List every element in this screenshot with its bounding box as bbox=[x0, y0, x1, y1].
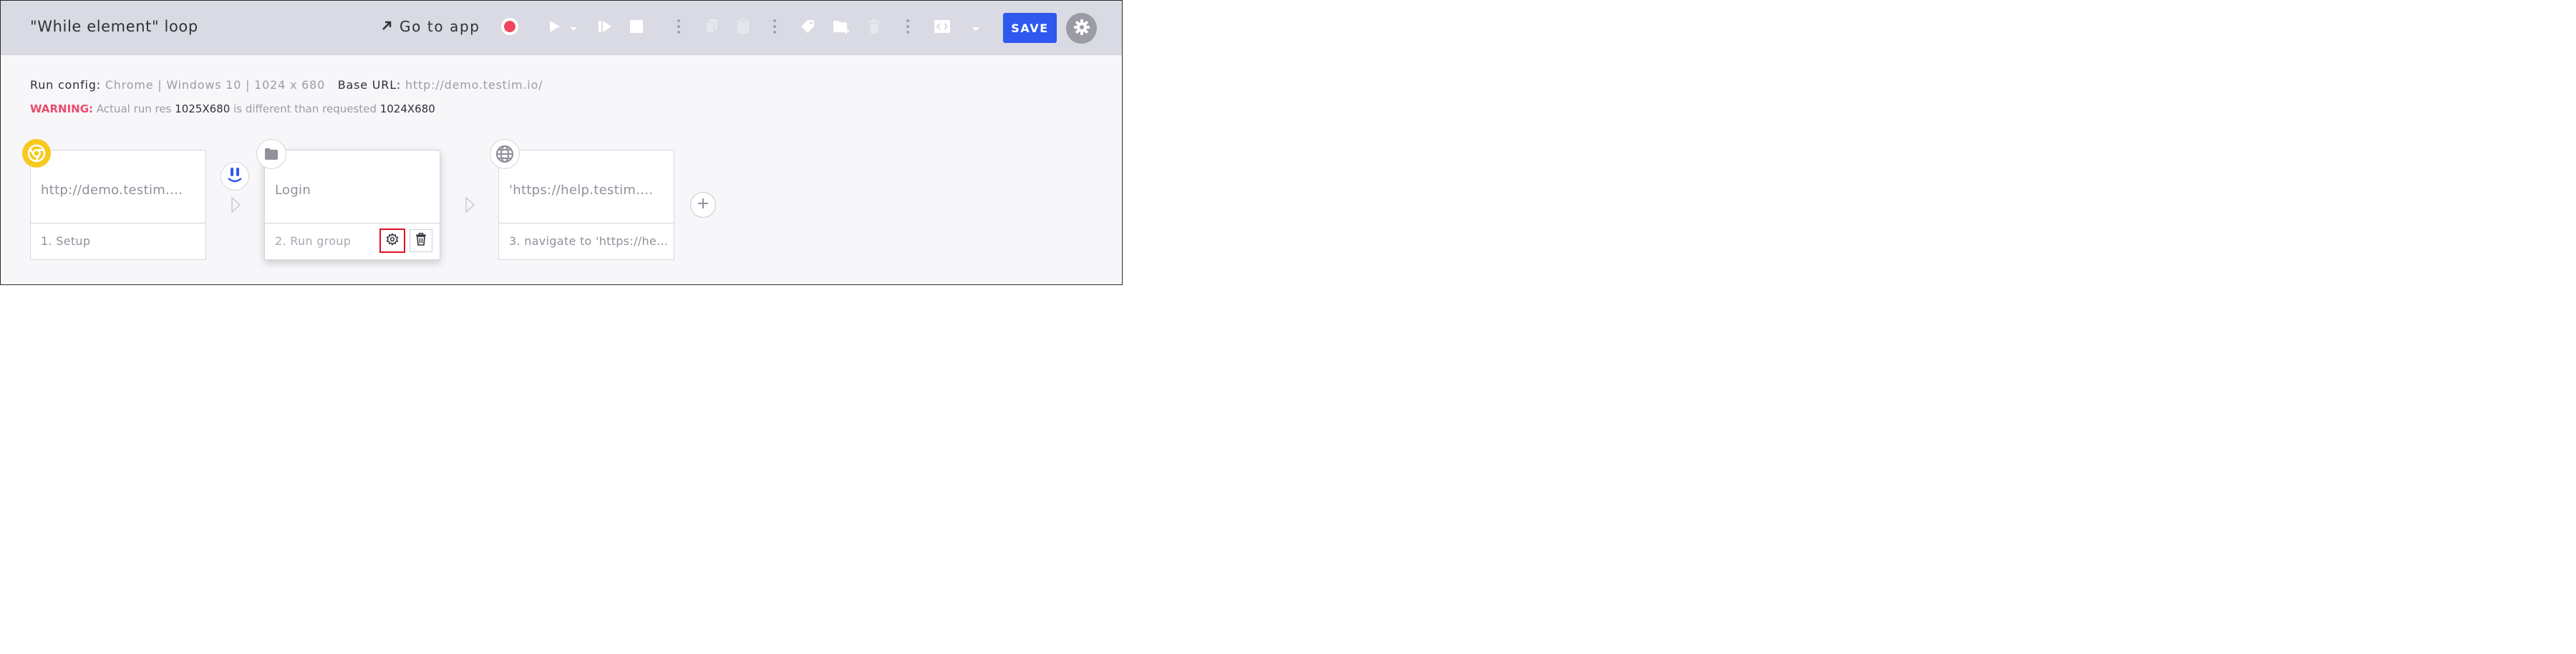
step-main-text: Login bbox=[275, 183, 311, 198]
step-delete-button[interactable] bbox=[410, 229, 432, 252]
chrome-icon bbox=[22, 139, 51, 168]
warning-requested-res: 1024X680 bbox=[379, 102, 435, 115]
step-label: 2. Run group bbox=[275, 234, 352, 248]
step-connector-arrow bbox=[230, 196, 241, 213]
resolution-warning: WARNING: Actual run res 1025X680 is diff… bbox=[30, 102, 435, 115]
step-forward-icon bbox=[597, 19, 613, 37]
copy-button[interactable] bbox=[700, 16, 723, 39]
step-label: 3. navigate to 'https://he... bbox=[509, 234, 669, 248]
gear-icon bbox=[386, 233, 399, 249]
play-options-dropdown[interactable] bbox=[566, 16, 581, 39]
toolbar: "While element" loop Go to app SAVE bbox=[1, 1, 1122, 55]
step-main-text: http://demo.testim.... bbox=[41, 183, 183, 198]
add-step-button[interactable] bbox=[690, 192, 716, 218]
step-card-navigate[interactable]: 'https://help.testim.... 3. navigate to … bbox=[498, 150, 674, 260]
code-options-dropdown[interactable] bbox=[969, 16, 983, 39]
run-config-value[interactable]: Chrome | Windows 10 | 1024 x 680 bbox=[105, 78, 325, 92]
gear-icon bbox=[1073, 19, 1090, 39]
delete-icon bbox=[868, 19, 881, 37]
step-forward-button[interactable] bbox=[594, 16, 616, 39]
run-config-line: Run config: Chrome | Windows 10 | 1024 x… bbox=[30, 78, 543, 92]
code-button[interactable] bbox=[931, 16, 954, 39]
more-options-button-1[interactable] bbox=[667, 16, 690, 39]
more-vertical-icon bbox=[773, 19, 777, 37]
pause-icon bbox=[226, 165, 243, 187]
warning-text-1: Actual run res bbox=[96, 102, 172, 115]
breakpoint-pause-button[interactable] bbox=[221, 162, 249, 191]
warning-actual-res: 1025X680 bbox=[175, 102, 231, 115]
dropdown-caret-icon bbox=[972, 21, 980, 35]
trash-icon bbox=[415, 232, 427, 249]
play-icon bbox=[547, 19, 561, 37]
step-connector-arrow bbox=[464, 196, 475, 213]
dropdown-caret-icon bbox=[569, 21, 578, 35]
paste-icon bbox=[737, 19, 750, 37]
step-label: 1. Setup bbox=[41, 234, 91, 248]
run-config-label: Run config: bbox=[30, 78, 101, 92]
step-card-setup[interactable]: http://demo.testim.... 1. Setup bbox=[30, 150, 206, 260]
plus-icon bbox=[697, 197, 710, 213]
warning-text-2: is different than requested bbox=[233, 102, 377, 115]
step-main-text: 'https://help.testim.... bbox=[509, 183, 654, 198]
record-button[interactable] bbox=[498, 16, 521, 39]
go-to-app-label: Go to app bbox=[400, 18, 480, 35]
more-vertical-icon bbox=[677, 19, 681, 37]
new-folder-button[interactable] bbox=[830, 16, 853, 39]
arrow-up-right-icon bbox=[381, 18, 392, 35]
warning-label: WARNING: bbox=[30, 102, 94, 115]
stop-icon bbox=[629, 19, 644, 37]
play-button[interactable] bbox=[543, 16, 566, 39]
code-icon bbox=[934, 19, 951, 37]
globe-icon bbox=[490, 139, 520, 169]
settings-button[interactable] bbox=[1066, 13, 1097, 44]
base-url-label: Base URL: bbox=[337, 78, 402, 92]
tag-button[interactable] bbox=[796, 16, 819, 39]
editor-window: "While element" loop Go to app SAVE Run … bbox=[0, 0, 1123, 285]
folder-icon bbox=[256, 139, 286, 169]
base-url-value[interactable]: http://demo.testim.io/ bbox=[405, 78, 543, 92]
paste-button[interactable] bbox=[732, 16, 755, 39]
go-to-app-button[interactable]: Go to app bbox=[381, 18, 480, 35]
step-properties-button[interactable] bbox=[379, 229, 405, 253]
record-icon bbox=[500, 17, 519, 39]
copy-icon bbox=[704, 19, 719, 37]
save-button[interactable]: SAVE bbox=[1003, 13, 1057, 43]
test-title[interactable]: "While element" loop bbox=[30, 18, 198, 35]
more-vertical-icon bbox=[906, 19, 910, 37]
new-folder-icon bbox=[833, 19, 850, 37]
more-options-button-3[interactable] bbox=[896, 16, 919, 39]
tag-icon bbox=[800, 19, 815, 37]
stop-button[interactable] bbox=[625, 16, 648, 39]
delete-button[interactable] bbox=[863, 16, 886, 39]
more-options-button-2[interactable] bbox=[763, 16, 786, 39]
